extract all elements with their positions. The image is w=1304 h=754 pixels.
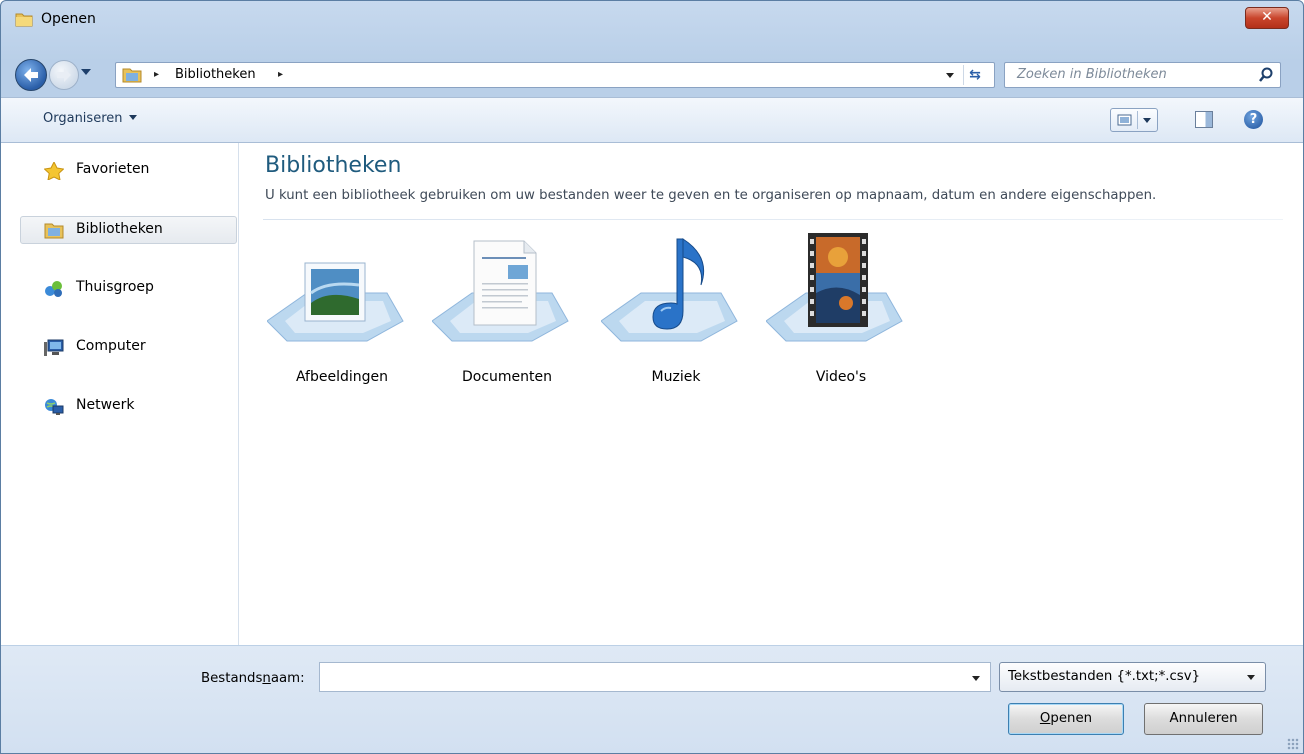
view-separator (1137, 111, 1138, 129)
videos-library-icon (766, 233, 903, 342)
sidebar-item-label: Netwerk (76, 397, 135, 413)
filetype-select[interactable]: Tekstbestanden {*.txt;*.csv} (999, 662, 1266, 692)
library-item-videos[interactable]: Video's (766, 233, 916, 393)
library-item-afbeeldingen[interactable]: Afbeeldingen (267, 233, 417, 393)
refresh-icon: ⇆ (969, 67, 981, 83)
open-button[interactable]: Openen (1008, 703, 1124, 735)
filename-dropdown-icon[interactable] (972, 676, 980, 681)
chevron-down-icon (1247, 675, 1255, 680)
resize-grip-icon[interactable] (1287, 738, 1299, 750)
search-icon[interactable] (1258, 67, 1274, 83)
library-item-documenten[interactable]: Documenten (432, 233, 582, 393)
sidebar-item-label: Computer (76, 338, 146, 354)
search-placeholder: Zoeken in Bibliotheken (1017, 67, 1167, 82)
sidebar-item-netwerk[interactable]: Netwerk (20, 393, 237, 421)
page-title: Bibliotheken (265, 153, 402, 178)
view-icon (1117, 114, 1132, 126)
breadcrumb-chevron-icon[interactable]: ▸ (278, 69, 283, 80)
sidebar-item-favorieten[interactable]: Favorieten (20, 157, 237, 185)
breadcrumb-chevron-icon[interactable]: ▸ (154, 69, 159, 80)
sidebar-item-thuisgroep[interactable]: Thuisgroep (20, 275, 237, 303)
documents-library-icon (432, 240, 569, 342)
organize-label: Organiseren (43, 111, 123, 126)
breadcrumb-bibliotheken[interactable]: Bibliotheken (175, 67, 256, 82)
back-button[interactable] (15, 59, 47, 91)
close-button[interactable]: ✕ (1245, 7, 1289, 29)
pictures-library-icon (267, 262, 404, 342)
sidebar-item-label: Favorieten (76, 161, 150, 177)
title-bar[interactable]: Openen ✕ (1, 1, 1303, 55)
command-bar: Organiseren ? (1, 97, 1303, 143)
file-list-pane: Bibliotheken U kunt een bibliotheek gebr… (239, 143, 1303, 645)
library-label: Afbeeldingen (295, 369, 389, 385)
view-dropdown-icon[interactable] (1143, 118, 1151, 123)
star-icon (43, 160, 66, 181)
sidebar-item-label: Bibliotheken (76, 221, 163, 237)
sidebar-item-computer[interactable]: Computer (20, 334, 237, 362)
computer-icon (44, 339, 66, 357)
help-icon: ? (1249, 112, 1258, 127)
dialog-footer: Bestandsnaam: Tekstbestanden {*.txt;*.cs… (1, 645, 1303, 753)
window-title: Openen (41, 11, 96, 27)
library-label: Documenten (461, 369, 552, 385)
network-icon (44, 398, 66, 416)
help-button[interactable]: ? (1244, 110, 1263, 129)
close-icon: ✕ (1261, 9, 1273, 25)
music-library-icon (601, 238, 738, 342)
page-description: U kunt een bibliotheek gebruiken om uw b… (265, 188, 1157, 203)
preview-pane-button[interactable] (1195, 111, 1213, 128)
divider (263, 219, 1283, 220)
sidebar-item-label: Thuisgroep (76, 279, 154, 295)
search-box[interactable]: Zoeken in Bibliotheken (1004, 62, 1281, 88)
filetype-value: Tekstbestanden {*.txt;*.csv} (1008, 669, 1201, 684)
library-icon (122, 67, 142, 83)
navigation-bar: ▸ Bibliotheken ▸ ⇆ Zoeken in Bibliotheke… (1, 55, 1303, 97)
library-label: Video's (815, 369, 867, 385)
change-view-button[interactable] (1110, 108, 1158, 132)
navigation-pane: Favorieten Bibliotheken Thuisgroep Compu… (1, 143, 239, 645)
cancel-button[interactable]: Annuleren (1144, 703, 1263, 735)
arrow-right-icon (57, 68, 71, 82)
homegroup-icon (44, 280, 66, 298)
organize-menu-button[interactable]: Organiseren (43, 111, 137, 126)
library-label: Muziek (651, 369, 701, 385)
library-item-muziek[interactable]: Muziek (601, 233, 751, 393)
folder-icon (15, 11, 33, 27)
chevron-down-icon (128, 115, 137, 120)
address-bar[interactable]: ▸ Bibliotheken ▸ ⇆ (115, 62, 995, 88)
forward-button[interactable] (49, 60, 79, 90)
sidebar-item-bibliotheken[interactable]: Bibliotheken (20, 216, 237, 244)
open-file-dialog: Openen ✕ ▸ Bibliotheken ▸ ⇆ Zoeken in Bi… (0, 0, 1304, 754)
address-history-dropdown-icon[interactable] (946, 73, 954, 78)
library-icon (44, 221, 66, 239)
filename-field[interactable] (319, 662, 991, 692)
refresh-button[interactable]: ⇆ (963, 65, 986, 85)
filename-label: Bestandsnaam: (201, 671, 305, 686)
arrow-left-icon (24, 68, 38, 82)
recent-locations-dropdown-icon[interactable] (81, 69, 91, 75)
